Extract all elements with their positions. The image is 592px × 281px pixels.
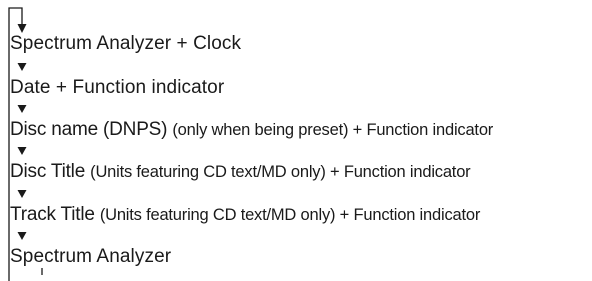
arrow-down-icon (17, 190, 27, 198)
step-label: Spectrum Analyzer + Clock (10, 33, 242, 54)
arrow-down-icon (17, 24, 27, 33)
step-detail: (Units featuring CD text/MD only) + Func… (99, 206, 481, 224)
step-date-function: Date + Function indicator (10, 78, 224, 97)
step-detail: (Units featuring CD text/MD only) + Func… (90, 163, 471, 181)
step-disc-title: Disc Title (Units featuring CD text/MD o… (10, 161, 471, 182)
arrow-down-icon (17, 105, 27, 113)
step-label: Date + Function indicator (10, 77, 225, 98)
step-label: Disc name (DNPS) (10, 119, 173, 140)
arrow-down-icon (17, 63, 27, 71)
step-spectrum: Spectrum Analyzer (10, 247, 171, 266)
step-track-title: Track Title (Units featuring CD text/MD … (10, 205, 480, 224)
step-detail: (only when being preset) + Function indi… (172, 121, 494, 139)
step-disc-name: Disc name (DNPS) (only when being preset… (10, 120, 493, 139)
arrow-down-icon (17, 147, 27, 155)
step-label: Track Title (10, 204, 100, 225)
step-spectrum-clock: Spectrum Analyzer + Clock (10, 34, 241, 53)
step-label: Disc Title (10, 161, 91, 182)
step-label: Spectrum Analyzer (10, 246, 172, 267)
arrow-down-icon (17, 232, 27, 240)
